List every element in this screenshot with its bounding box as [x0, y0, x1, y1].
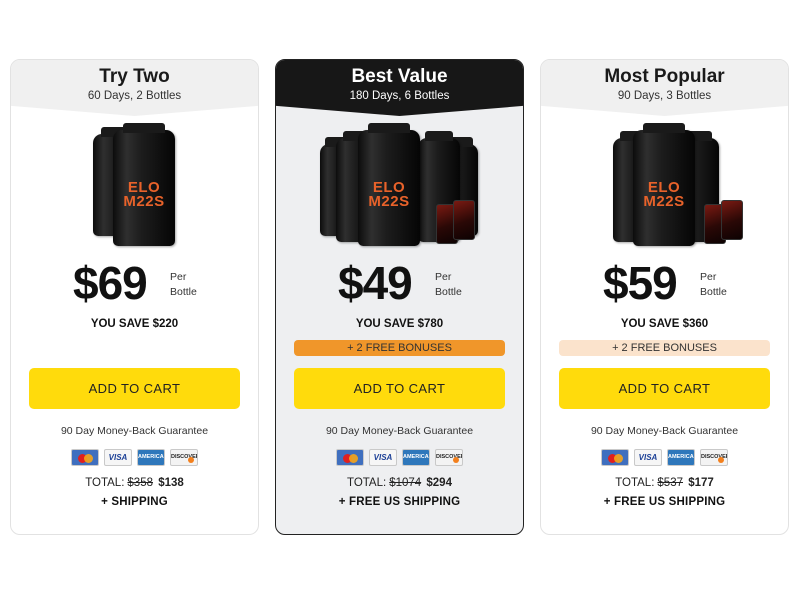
shipping-text: + FREE US SHIPPING — [603, 496, 726, 508]
bonus-badge: + 2 FREE BONUSES — [559, 340, 770, 356]
product-label: ELO M22S — [643, 179, 685, 211]
plan-title: Most Popular — [604, 66, 725, 87]
discounted-total: $177 — [688, 477, 714, 489]
price-unit: Per Bottle — [170, 271, 197, 298]
savings-text: YOU SAVE $780 — [355, 318, 444, 330]
guarantee-text: 90 Day Money-Back Guarantee — [60, 425, 209, 437]
product-label: ELO M22S — [368, 179, 410, 211]
plan-title: Try Two — [99, 66, 170, 87]
card-header: Most Popular 90 Days, 3 Bottles — [541, 60, 788, 116]
savings-text: YOU SAVE $220 — [90, 318, 179, 330]
add-to-cart-button[interactable]: ADD TO CART — [559, 368, 770, 409]
visa-icon: VISA — [104, 449, 132, 466]
shipping-text: + FREE US SHIPPING — [338, 496, 461, 508]
original-total: $537 — [657, 477, 683, 489]
bonus-badge — [29, 340, 240, 356]
amex-icon: AMERICAN EXPRESS — [137, 449, 165, 466]
total-line: TOTAL: $1074 $294 — [347, 477, 452, 489]
total-line: TOTAL: $358 $138 — [85, 477, 184, 489]
mastercard-icon — [71, 449, 99, 466]
plan-subtitle: 180 Days, 6 Bottles — [349, 90, 450, 102]
payment-methods: VISA AMERICAN EXPRESS DISCOVER — [276, 449, 523, 466]
product-label: ELO M22S — [123, 179, 165, 211]
pricing-card-best-value: Best Value 180 Days, 6 Bottles ELO M22S … — [275, 59, 524, 535]
discover-icon: DISCOVER — [700, 449, 728, 466]
plan-subtitle: 90 Days, 3 Bottles — [617, 90, 712, 102]
price-value: $59 — [603, 257, 678, 309]
discounted-total: $138 — [158, 477, 184, 489]
bonus-badge: + 2 FREE BONUSES — [294, 340, 505, 356]
payment-methods: VISA AMERICAN EXPRESS DISCOVER — [541, 449, 788, 466]
price-block: $59 Per Bottle — [541, 256, 788, 314]
amex-icon: AMERICAN EXPRESS — [667, 449, 695, 466]
price-unit: Per Bottle — [435, 271, 462, 298]
card-header: Try Two 60 Days, 2 Bottles — [11, 60, 258, 116]
payment-methods: VISA AMERICAN EXPRESS DISCOVER — [11, 449, 258, 466]
mastercard-icon — [336, 449, 364, 466]
visa-icon: VISA — [634, 449, 662, 466]
add-to-cart-button[interactable]: ADD TO CART — [29, 368, 240, 409]
original-total: $358 — [127, 477, 153, 489]
pricing-card-most-popular: Most Popular 90 Days, 3 Bottles ELO M22S… — [540, 59, 789, 535]
discover-icon: DISCOVER — [170, 449, 198, 466]
price-value: $69 — [73, 257, 148, 309]
pricing-card-try-two: Try Two 60 Days, 2 Bottles ELO M22S $69 … — [10, 59, 259, 535]
plan-title: Best Value — [351, 66, 448, 87]
add-to-cart-button[interactable]: ADD TO CART — [294, 368, 505, 409]
product-image: ELO M22S — [11, 116, 258, 256]
guarantee-text: 90 Day Money-Back Guarantee — [325, 425, 474, 437]
discounted-total: $294 — [426, 477, 452, 489]
card-header: Best Value 180 Days, 6 Bottles — [276, 60, 523, 116]
price-unit: Per Bottle — [700, 271, 727, 298]
savings-text: YOU SAVE $360 — [620, 318, 709, 330]
price-value: $49 — [338, 257, 413, 309]
product-image: ELO M22S — [276, 116, 523, 256]
product-image: ELO M22S — [541, 116, 788, 256]
total-line: TOTAL: $537 $177 — [615, 477, 714, 489]
visa-icon: VISA — [369, 449, 397, 466]
plan-subtitle: 60 Days, 2 Bottles — [87, 90, 182, 102]
mastercard-icon — [601, 449, 629, 466]
shipping-text: + SHIPPING — [101, 496, 168, 508]
price-block: $69 Per Bottle — [11, 256, 258, 314]
original-total: $1074 — [389, 477, 422, 489]
amex-icon: AMERICAN EXPRESS — [402, 449, 430, 466]
price-block: $49 Per Bottle — [276, 256, 523, 314]
guarantee-text: 90 Day Money-Back Guarantee — [590, 425, 739, 437]
discover-icon: DISCOVER — [435, 449, 463, 466]
